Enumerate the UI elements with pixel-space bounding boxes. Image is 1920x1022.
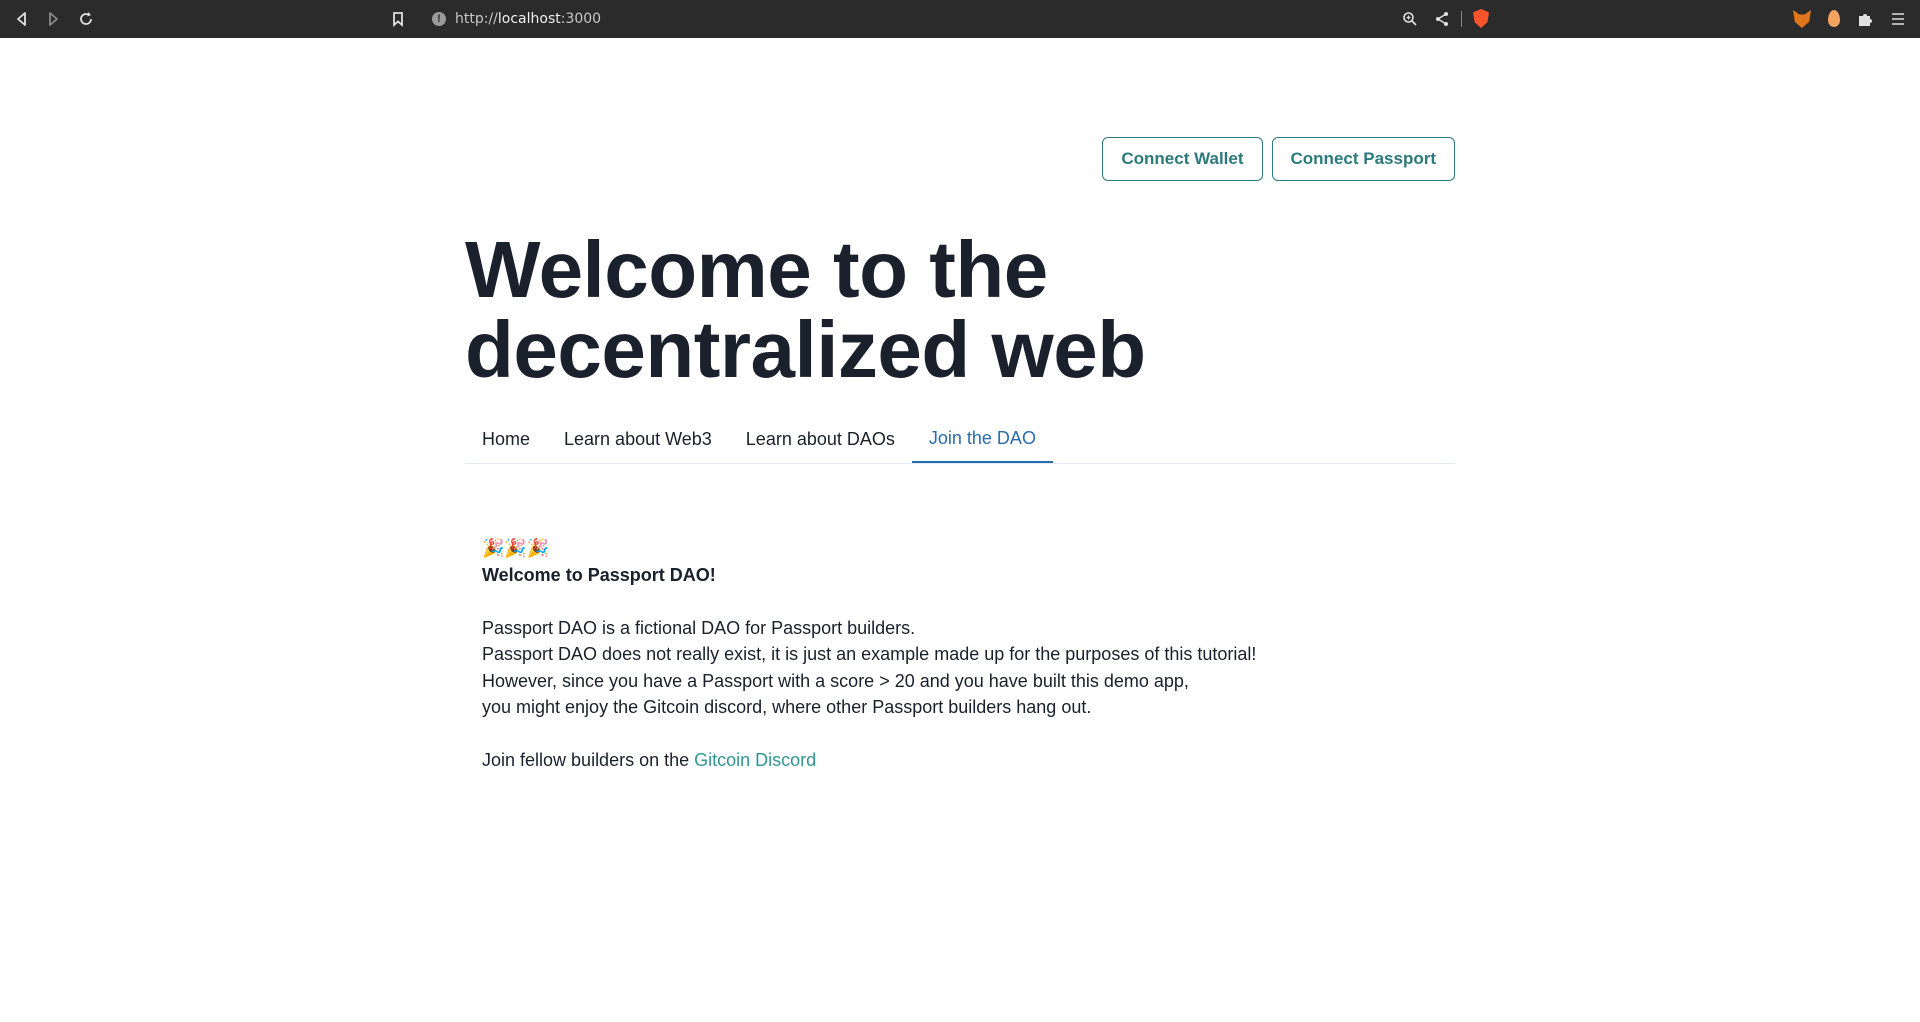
tab-learn-web3[interactable]: Learn about Web3 (547, 416, 729, 463)
gitcoin-discord-link[interactable]: Gitcoin Discord (694, 750, 816, 770)
site-info-icon[interactable]: ! (432, 12, 446, 26)
address-bar[interactable]: ! http://localhost:3000 (420, 4, 1494, 34)
tab-join-dao[interactable]: Join the DAO (911, 416, 1053, 463)
wallet-actions: Connect Wallet Connect Passport (1102, 137, 1455, 181)
tab-learn-daos[interactable]: Learn about DAOs (729, 416, 912, 463)
metamask-extension-icon[interactable] (1793, 10, 1811, 28)
url-text: http://localhost:3000 (455, 11, 602, 27)
description-line-4: you might enjoy the Gitcoin discord, whe… (482, 697, 1092, 717)
browser-toolbar: ! http://localhost:3000 (0, 0, 1920, 38)
reload-icon[interactable] (74, 7, 98, 31)
share-icon[interactable] (1430, 7, 1454, 31)
party-emoji: 🎉🎉🎉 (482, 538, 550, 558)
join-line: Join fellow builders on the Gitcoin Disc… (482, 747, 1382, 774)
forward-icon[interactable] (41, 7, 65, 31)
toolbar-divider (1461, 11, 1462, 27)
tab-list: Home Learn about Web3 Learn about DAOs J… (465, 416, 1455, 464)
connect-passport-button[interactable]: Connect Passport (1271, 137, 1455, 181)
back-icon[interactable] (10, 7, 34, 31)
description-line-3: However, since you have a Passport with … (482, 670, 1189, 691)
extension-egg-icon[interactable] (1828, 10, 1840, 27)
description-line-2: Passport DAO does not really exist, it i… (482, 644, 1257, 664)
tab-panel-join-dao: 🎉🎉🎉 Welcome to Passport DAO! Passport DA… (482, 535, 1382, 774)
page-title-line-2: decentralized web (465, 305, 1146, 394)
page-title: Welcome to the decentralized web (465, 230, 1455, 390)
welcome-heading: Welcome to Passport DAO! (482, 564, 716, 585)
connect-wallet-button[interactable]: Connect Wallet (1102, 137, 1263, 181)
puzzle-extensions-icon[interactable] (1853, 7, 1877, 31)
tab-home[interactable]: Home (465, 416, 547, 463)
menu-icon[interactable] (1886, 7, 1910, 31)
zoom-icon[interactable] (1398, 7, 1422, 31)
description-line-1: Passport DAO is a fictional DAO for Pass… (482, 617, 916, 638)
page-title-line-1: Welcome to the (465, 225, 1048, 314)
bookmark-icon[interactable] (386, 7, 410, 31)
join-text: Join fellow builders on the (482, 750, 695, 770)
